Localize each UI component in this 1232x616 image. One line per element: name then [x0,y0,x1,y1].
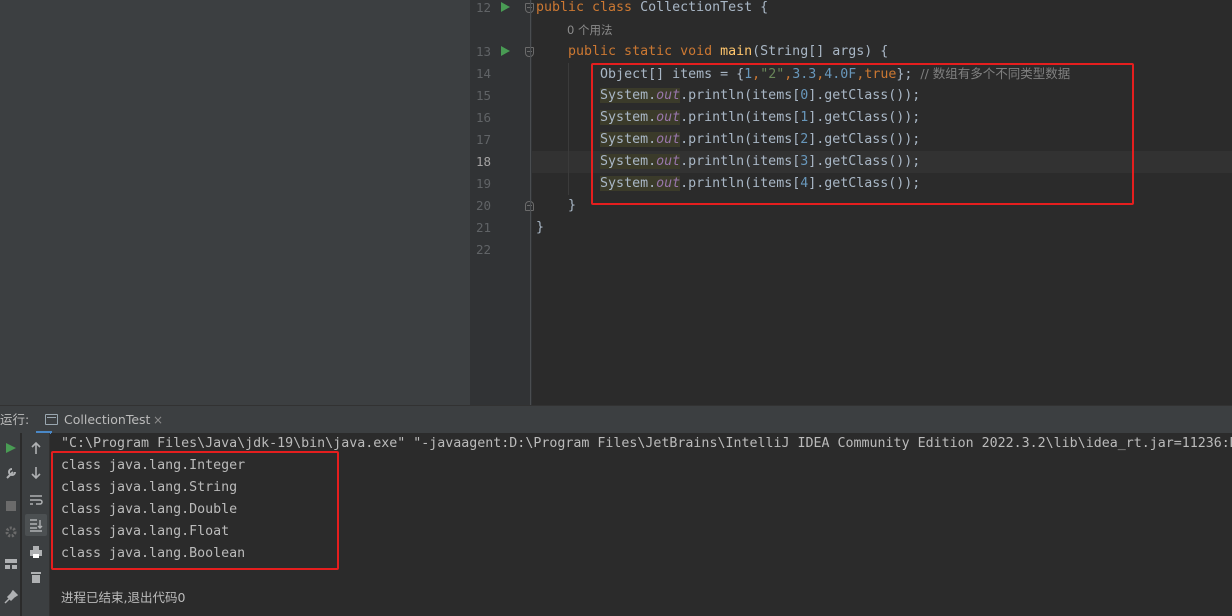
print-icon[interactable] [25,541,47,563]
editor-gutter: 12 13 14 15 16 17 18 19 20 21 22 [470,0,534,405]
line-number: 21 [475,220,491,235]
run-toolbar-left [0,433,20,616]
soft-wrap-icon[interactable] [25,489,47,511]
trash-icon[interactable] [25,566,47,588]
gutter-line: 12 [470,0,534,19]
code-token: } [536,220,545,235]
gutter-line: 18 [470,151,532,173]
console-icon [45,414,58,425]
run-gutter-icon[interactable] [501,46,510,56]
code-token: public class [536,0,641,15]
code-token: public static void [536,44,721,59]
scroll-to-end-icon[interactable] [25,514,47,536]
code-token: (String[] args) { [752,44,889,59]
pin-icon[interactable] [0,586,22,608]
line-number: 20 [475,198,491,213]
code-highlight-box [591,63,1134,205]
gutter-line: 19 [470,173,532,195]
gear-icon[interactable] [0,521,22,543]
arrow-up-icon[interactable] [25,437,47,459]
usage-hint: 0 个用法 [567,23,613,37]
code-token: CollectionTest [640,0,753,15]
gutter-line: 20 [470,195,534,217]
gutter-line: 22 [470,239,532,261]
layout-icon[interactable] [0,553,22,575]
run-label: 运行: [0,412,30,427]
line-number: 16 [475,110,491,125]
output-highlight-box [51,451,339,570]
code-line: public class CollectionTest { [536,0,768,19]
code-line: } [536,195,576,217]
line-number: 22 [475,242,491,257]
run-tool-header: 运行: CollectionTest × [0,405,1232,434]
line-number: 12 [475,0,491,15]
line-number: 19 [475,176,491,191]
run-tab-label: CollectionTest [64,412,151,427]
line-number: 15 [475,88,491,103]
line-number: 14 [475,66,491,81]
gutter-divider [530,0,531,405]
gutter-line: 13 [470,41,534,63]
line-number: 17 [475,132,491,147]
gutter-line: 16 [470,107,532,129]
arrow-down-icon[interactable] [25,462,47,484]
code-token: } [536,198,577,213]
run-tab-collectiontest[interactable]: CollectionTest × [36,406,163,434]
run-icon[interactable] [0,437,22,459]
line-number: 18 [475,154,491,169]
process-exit-message: 进程已结束,退出代码0 [61,590,186,605]
project-pane [0,0,470,405]
gutter-line: 17 [470,129,532,151]
code-token: { [752,0,769,15]
line-number: 13 [475,44,491,59]
code-line: public static void main(String[] args) { [536,41,888,63]
code-token: main [720,44,753,59]
gutter-line: 14 [470,63,532,85]
gutter-line: 15 [470,85,532,107]
run-gutter-icon[interactable] [501,2,510,12]
run-toolbar-console [22,433,50,616]
gutter-line: 21 [470,217,532,239]
close-icon[interactable]: × [153,406,163,434]
code-line: } [536,217,544,239]
stop-icon[interactable] [0,495,22,517]
gutter-line [470,19,532,41]
wrench-icon[interactable] [0,462,22,484]
